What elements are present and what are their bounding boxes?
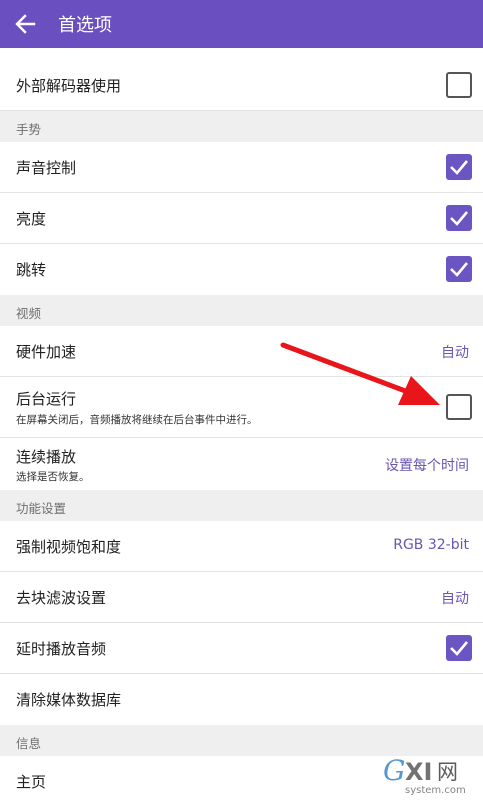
pref-label: 跳转 (16, 261, 47, 279)
watermark-logo: G XI 网 system.com (381, 752, 479, 796)
section-header-function: 功能设置 (0, 490, 483, 521)
check-icon (450, 160, 468, 175)
delay-audio-checkbox[interactable] (446, 635, 472, 661)
pref-label: 后台运行 (16, 390, 77, 408)
pref-label: 延时播放音频 (16, 640, 107, 658)
check-icon (450, 262, 468, 277)
pref-seek[interactable]: 跳转 (0, 244, 483, 295)
pref-label: 硬件加速 (16, 343, 77, 361)
svg-text:G: G (383, 754, 405, 787)
app-bar: 首选项 (0, 0, 483, 48)
svg-text:system.com: system.com (405, 785, 466, 796)
arrow-left-icon (15, 14, 36, 34)
check-icon (450, 641, 468, 656)
pref-label: 声音控制 (16, 159, 77, 177)
section-title: 手势 (16, 122, 42, 137)
pref-label: 外部解码器使用 (16, 77, 122, 95)
pref-summary: 在屏幕关闭后，音频播放将继续在后台事件中进行。 (16, 414, 258, 426)
pref-sound-control[interactable]: 声音控制 (0, 142, 483, 193)
pref-background-play[interactable]: 后台运行 在屏幕关闭后，音频播放将继续在后台事件中进行。 (0, 377, 483, 438)
pref-deblocking[interactable]: 去块滤波设置 自动 (0, 572, 483, 623)
pref-label: 去块滤波设置 (16, 589, 107, 607)
pref-continuous-play[interactable]: 连续播放 选择是否恢复。 设置每个时间 (0, 438, 483, 490)
brightness-checkbox[interactable] (446, 205, 472, 231)
list-top-spacer (0, 48, 483, 60)
svg-text:网: 网 (437, 760, 458, 784)
pref-summary: 选择是否恢复。 (16, 471, 90, 483)
pref-label: 连续播放 (16, 448, 77, 466)
section-header-video: 视频 (0, 295, 483, 326)
pref-value: 自动 (441, 345, 469, 361)
pref-force-saturation[interactable]: 强制视频饱和度 RGB 32-bit (0, 521, 483, 572)
section-title: 功能设置 (16, 501, 67, 516)
background-play-checkbox[interactable] (446, 394, 472, 420)
pref-clear-media-db[interactable]: 清除媒体数据库 (0, 674, 483, 725)
sound-control-checkbox[interactable] (446, 154, 472, 180)
seek-checkbox[interactable] (446, 256, 472, 282)
pref-label: 强制视频饱和度 (16, 538, 122, 556)
pref-label: 亮度 (16, 210, 47, 228)
pref-hw-accel[interactable]: 硬件加速 自动 (0, 326, 483, 377)
section-header-gesture: 手势 (0, 111, 483, 142)
page-title: 首选项 (58, 15, 112, 36)
pref-delay-audio[interactable]: 延时播放音频 (0, 623, 483, 674)
section-title: 视频 (16, 306, 42, 321)
pref-value: RGB 32-bit (393, 537, 469, 553)
pref-brightness[interactable]: 亮度 (0, 193, 483, 244)
pref-external-decoder[interactable]: 外部解码器使用 (0, 60, 483, 111)
svg-text:XI: XI (405, 758, 432, 786)
section-title: 信息 (16, 736, 42, 751)
pref-value: 设置每个时间 (385, 458, 469, 474)
external-decoder-checkbox[interactable] (446, 72, 472, 98)
check-icon (450, 211, 468, 226)
pref-label: 主页 (16, 773, 47, 791)
back-button[interactable] (0, 0, 50, 48)
pref-label: 清除媒体数据库 (16, 691, 122, 709)
pref-value: 自动 (441, 591, 469, 607)
